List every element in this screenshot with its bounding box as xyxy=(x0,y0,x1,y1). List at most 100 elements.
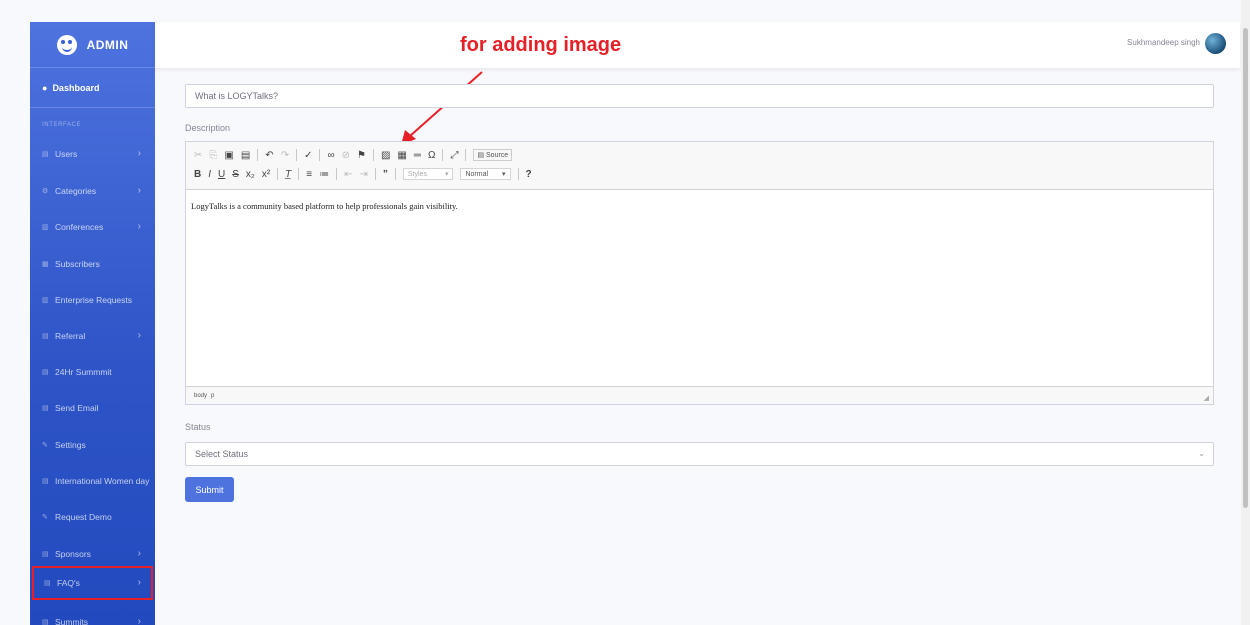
sidebar-brand[interactable]: ADMIN xyxy=(30,22,155,68)
anchor-icon[interactable]: ⚑ xyxy=(357,150,366,161)
sidebar-item-categories[interactable]: ⚙ Categories › xyxy=(30,179,155,203)
toolbar-separator xyxy=(465,149,467,161)
sidebar-item-users[interactable]: ▤ Users › xyxy=(30,142,155,166)
sidebar: ADMIN ● Dashboard INTERFACE ▤ Users › ⚙ … xyxy=(30,22,155,625)
editor-paragraph[interactable]: LogyTalks is a community based platform … xyxy=(191,201,1208,211)
blockquote-icon[interactable]: ” xyxy=(383,169,388,180)
chart-icon: ▥ xyxy=(42,223,49,231)
chevron-right-icon: › xyxy=(137,330,141,341)
dashboard-icon: ● xyxy=(42,82,48,93)
rich-text-editor: ✂ ⎘ ▣ ▤ ↶ ↷ ✓ ∞ ⊘ ⚑ ▨ ▦ ═ Ω ⤢ ▤ Source B… xyxy=(185,141,1214,405)
grid-icon: ▦ xyxy=(42,260,49,268)
superscript-icon[interactable]: x² xyxy=(262,169,270,180)
paste-icon[interactable]: ▣ xyxy=(224,150,233,161)
styles-dropdown[interactable]: Styles ▾ xyxy=(402,168,454,180)
toolbar-separator xyxy=(298,168,300,180)
resize-handle-icon[interactable]: ◢ xyxy=(1204,394,1209,402)
special-char-icon[interactable]: Ω xyxy=(428,150,435,161)
sidebar-item-conferences[interactable]: ▥ Conferences › xyxy=(30,215,155,239)
chevron-right-icon: › xyxy=(137,548,141,559)
sidebar-item-subscribers[interactable]: ▦ Subscribers xyxy=(30,252,155,276)
table-icon: ▤ xyxy=(42,368,49,376)
sidebar-item-label: Subscribers xyxy=(55,259,100,269)
wrench-icon: ✎ xyxy=(42,513,48,521)
undo-icon[interactable]: ↶ xyxy=(265,150,273,161)
status-select-value: Select Status xyxy=(195,449,249,459)
brand-title: ADMIN xyxy=(86,37,129,52)
horizontal-line-icon[interactable]: ═ xyxy=(414,150,421,161)
sidebar-item-label: Summits xyxy=(55,617,89,625)
sidebar-item-dashboard[interactable]: ● Dashboard xyxy=(30,68,155,108)
scrollbar-thumb[interactable] xyxy=(1243,28,1248,508)
subscript-icon[interactable]: x₂ xyxy=(246,169,255,180)
sidebar-item-label: Users xyxy=(55,149,78,159)
table-icon[interactable]: ▦ xyxy=(397,150,406,161)
avatar[interactable] xyxy=(1205,33,1226,54)
toolbar-separator xyxy=(374,168,376,180)
sidebar-item-settings[interactable]: ✎ Settings xyxy=(30,433,155,457)
sidebar-item-enterprise-requests[interactable]: ▥ Enterprise Requests xyxy=(30,288,155,312)
spellcheck-icon[interactable]: ✓ xyxy=(304,150,312,161)
user-name[interactable]: Sukhmandeep singh xyxy=(1127,38,1200,47)
cut-icon[interactable]: ✂ xyxy=(194,150,202,161)
remove-format-icon[interactable]: T̲ xyxy=(285,169,291,180)
toolbar-separator xyxy=(336,168,338,180)
chevron-down-icon: ▾ xyxy=(502,170,506,178)
chevron-right-icon: › xyxy=(137,148,141,159)
toolbar-row-1: ✂ ⎘ ▣ ▤ ↶ ↷ ✓ ∞ ⊘ ⚑ ▨ ▦ ═ Ω ⤢ ▤ Source xyxy=(194,147,513,163)
table-icon: ▤ xyxy=(42,477,49,485)
image-icon[interactable]: ▨ xyxy=(381,150,390,161)
underline-icon[interactable]: U xyxy=(218,169,225,180)
chevron-right-icon: › xyxy=(137,185,141,196)
italic-icon[interactable]: I xyxy=(208,169,211,180)
toolbar-separator xyxy=(277,168,279,180)
bulleted-list-icon[interactable]: ≔ xyxy=(319,169,329,180)
wrench-icon: ✎ xyxy=(42,441,48,449)
sidebar-item-label: Sponsors xyxy=(55,549,91,559)
description-label: Description xyxy=(185,123,231,133)
sidebar-item-label: FAQ's xyxy=(57,578,80,588)
app-root: ADMIN ● Dashboard INTERFACE ▤ Users › ⚙ … xyxy=(0,0,1250,625)
element-path-p[interactable]: p xyxy=(211,393,214,399)
toolbar-separator xyxy=(517,168,519,180)
strike-icon[interactable]: S xyxy=(232,169,239,180)
toolbar-separator xyxy=(319,149,321,161)
toolbar-row-2: B I U S x₂ x² T̲ ≡ ≔ ⇤ ⇥ ” Styles ▾ Norma… xyxy=(194,166,532,182)
chevron-right-icon: › xyxy=(137,616,141,625)
source-button[interactable]: ▤ Source xyxy=(473,149,513,161)
help-button[interactable]: ? xyxy=(526,169,532,180)
sidebar-item-international-women-day[interactable]: ▤ International Women day xyxy=(30,469,155,493)
sidebar-item-referral[interactable]: ▤ Referral › xyxy=(30,324,155,348)
link-icon[interactable]: ∞ xyxy=(327,150,334,161)
question-input[interactable]: What is LOGYTalks? xyxy=(185,84,1214,108)
sidebar-item-request-demo[interactable]: ✎ Request Demo xyxy=(30,505,155,529)
sidebar-item-faqs[interactable]: ▤ FAQ's › xyxy=(32,566,153,600)
sidebar-item-label: Settings xyxy=(55,440,86,450)
redo-icon[interactable]: ↷ xyxy=(281,150,289,161)
format-dropdown[interactable]: Normal ▾ xyxy=(460,168,511,180)
styles-placeholder: Styles xyxy=(407,170,427,178)
toolbar-separator xyxy=(442,149,444,161)
unlink-icon[interactable]: ⊘ xyxy=(342,150,350,161)
maximize-icon[interactable]: ⤢ xyxy=(450,150,458,161)
status-select[interactable]: Select Status ⌄ xyxy=(185,442,1214,466)
table-icon: ▤ xyxy=(42,550,49,558)
element-path-body[interactable]: body xyxy=(194,393,207,399)
outdent-icon[interactable]: ⇤ xyxy=(344,169,352,180)
indent-icon[interactable]: ⇥ xyxy=(360,169,368,180)
bold-icon[interactable]: B xyxy=(194,169,201,180)
sidebar-item-label: Request Demo xyxy=(55,512,112,522)
paste-text-icon[interactable]: ▤ xyxy=(241,150,250,161)
copy-icon[interactable]: ⎘ xyxy=(209,150,217,161)
editor-statusbar: body p ◢ xyxy=(186,386,1213,404)
editor-content[interactable]: LogyTalks is a community based platform … xyxy=(186,190,1213,386)
page-scrollbar[interactable] xyxy=(1241,0,1250,625)
chevron-down-icon: ▾ xyxy=(444,170,449,178)
submit-button[interactable]: Submit xyxy=(185,477,234,502)
sidebar-item-24hr-summit[interactable]: ▤ 24Hr Summmit xyxy=(30,360,155,384)
sidebar-item-sponsors[interactable]: ▤ Sponsors › xyxy=(30,542,155,566)
numbered-list-icon[interactable]: ≡ xyxy=(306,169,312,180)
sidebar-item-label: Referral xyxy=(55,331,86,341)
sidebar-item-send-email[interactable]: ▤ Send Email xyxy=(30,396,155,420)
sidebar-item-summits[interactable]: ▤ Summits › xyxy=(30,610,155,625)
